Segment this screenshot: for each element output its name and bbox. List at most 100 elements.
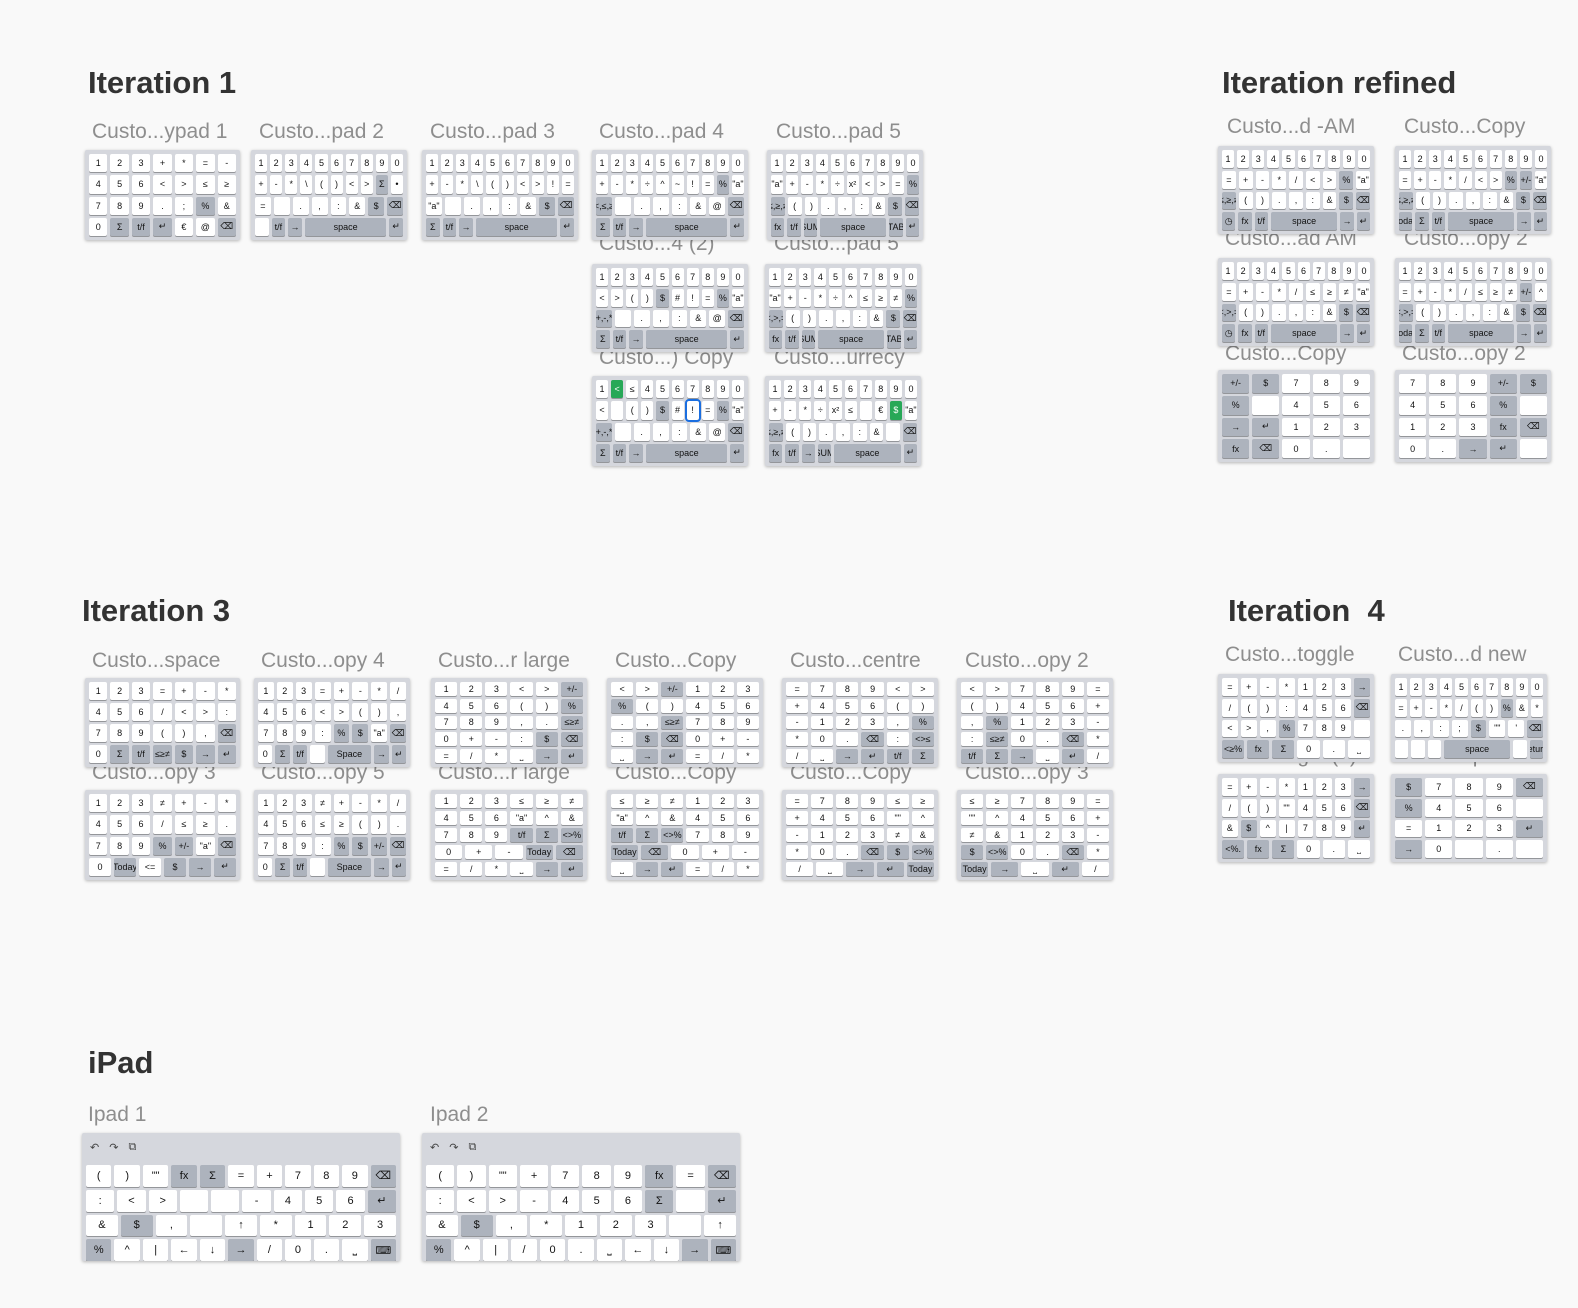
key[interactable]: ^ xyxy=(911,811,934,825)
key[interactable]: 4 xyxy=(273,1189,303,1212)
key[interactable]: ) xyxy=(1255,191,1270,210)
key[interactable]: @ xyxy=(196,217,215,236)
key[interactable]: 0 xyxy=(671,845,699,859)
key[interactable]: 8 xyxy=(1316,819,1333,838)
key[interactable]: * xyxy=(736,862,759,876)
key[interactable]: > xyxy=(1240,719,1257,738)
key[interactable]: 1 xyxy=(1222,262,1235,280)
key[interactable]: 3 xyxy=(485,794,508,808)
key[interactable]: ≤ xyxy=(961,794,984,808)
key[interactable]: ( xyxy=(1470,698,1483,717)
return-key[interactable]: ↵ xyxy=(903,443,917,462)
key[interactable]: * xyxy=(626,175,639,194)
key[interactable]: 3 xyxy=(1429,150,1442,168)
key[interactable]: , xyxy=(1289,191,1303,210)
key[interactable]: ≤ xyxy=(174,815,194,834)
key[interactable]: 6 xyxy=(736,698,759,713)
key[interactable]: > xyxy=(911,682,934,696)
backspace-key[interactable]: ⌫ xyxy=(903,422,917,441)
space-key[interactable]: space xyxy=(645,443,728,462)
key[interactable]: ≤ xyxy=(859,288,872,307)
key[interactable]: 9 xyxy=(375,154,388,173)
key[interactable]: "a" xyxy=(371,724,388,742)
key[interactable]: 8 xyxy=(874,380,887,399)
key[interactable]: 9 xyxy=(546,154,559,173)
key[interactable]: ) xyxy=(804,196,819,215)
key[interactable]: 7 xyxy=(1297,819,1314,838)
key[interactable]: ≥ xyxy=(535,794,558,808)
key[interactable]: fx xyxy=(1489,417,1517,437)
right-arrow-key[interactable]: → xyxy=(629,217,643,236)
key[interactable]: = xyxy=(786,682,809,696)
key[interactable]: . xyxy=(1449,303,1464,322)
key[interactable]: 0 xyxy=(811,732,834,747)
key[interactable]: ~ xyxy=(671,175,684,194)
key[interactable]: 4 xyxy=(1011,698,1034,713)
key[interactable]: 7 xyxy=(1282,374,1310,393)
key[interactable]: . xyxy=(819,309,834,328)
key[interactable]: , xyxy=(838,196,852,215)
key[interactable]: + xyxy=(519,1165,549,1187)
key[interactable]: > xyxy=(535,682,558,696)
key[interactable]: 5 xyxy=(110,175,129,194)
key[interactable]: * xyxy=(259,1214,292,1237)
key[interactable]: 0 xyxy=(904,268,917,286)
key[interactable]: = xyxy=(228,1165,254,1187)
key[interactable]: $ xyxy=(368,196,385,215)
key[interactable]: 1 xyxy=(769,268,782,286)
backspace-key[interactable]: ⌫ xyxy=(217,724,236,742)
key[interactable]: : xyxy=(426,1189,455,1212)
key[interactable]: 0 xyxy=(1297,840,1320,858)
key[interactable]: = xyxy=(686,862,709,876)
key[interactable]: ( xyxy=(315,175,328,194)
key[interactable]: & xyxy=(986,828,1009,842)
key[interactable]: <,>,= xyxy=(1399,303,1413,322)
key[interactable]: < xyxy=(596,288,609,307)
key[interactable]: - xyxy=(495,845,523,859)
key[interactable]: ≥ xyxy=(636,794,659,808)
key[interactable]: * xyxy=(1440,698,1453,717)
key[interactable]: + xyxy=(460,732,483,747)
key[interactable]: "a" xyxy=(731,175,744,194)
up-arrow-key[interactable]: ↑ xyxy=(704,1214,736,1237)
key[interactable]: 7 xyxy=(1297,719,1314,738)
key[interactable]: 1 xyxy=(596,154,609,173)
backspace-key[interactable]: ⌫ xyxy=(1061,732,1084,747)
key[interactable]: ( xyxy=(86,1165,112,1187)
keyboard-frame[interactable]: 1 2 3 < > +/- 4 5 6()% 7 8 9,. ≤≥≠ 0 + -: $ ⌫ = / * ⎵ → ↵ xyxy=(431,678,587,767)
key[interactable]: 4 xyxy=(1444,150,1457,168)
key[interactable]: / xyxy=(256,1239,283,1261)
key[interactable]: - xyxy=(1425,698,1438,717)
key[interactable]: 8 xyxy=(460,828,483,842)
key[interactable]: "a" xyxy=(196,836,215,855)
key[interactable]: 6 xyxy=(846,154,859,173)
keyboard-frame[interactable]: 1 2 3 ≠ + - */4 5 6 ≤ ≥(). 7 8 9:% $ +/- ⌫ 0 Σt/f Space → ↵ xyxy=(254,790,410,880)
key[interactable]: "a" xyxy=(510,811,533,825)
backspace-key[interactable]: ⌫ xyxy=(390,836,406,855)
key[interactable]: ( xyxy=(785,309,800,328)
key[interactable]: + xyxy=(153,154,172,173)
right-arrow-key[interactable]: → xyxy=(196,745,215,763)
key[interactable]: 8 xyxy=(276,836,293,855)
key[interactable]: ) xyxy=(114,1165,140,1187)
key[interactable]: 9 xyxy=(342,1165,368,1187)
key[interactable]: : xyxy=(961,732,984,747)
key[interactable]: ( xyxy=(153,724,172,742)
key[interactable] xyxy=(1455,840,1483,858)
key[interactable]: 7 xyxy=(811,682,834,696)
key[interactable]: & xyxy=(690,196,707,215)
key[interactable]: ≤,≥,≠ xyxy=(769,422,783,441)
key[interactable]: . xyxy=(836,845,859,859)
key[interactable]: > xyxy=(876,175,889,194)
key[interactable]: 9 xyxy=(1335,719,1352,738)
key[interactable]: +/- xyxy=(661,682,684,696)
key[interactable]: Today xyxy=(1399,324,1413,342)
key[interactable]: 5 xyxy=(836,811,859,825)
key[interactable]: 7 xyxy=(686,154,699,173)
key[interactable]: 7 xyxy=(861,154,874,173)
key[interactable]: 9 xyxy=(861,682,884,696)
key[interactable]: . xyxy=(1036,732,1059,747)
key[interactable]: <= xyxy=(139,857,161,876)
key[interactable]: < xyxy=(611,380,624,399)
board-label[interactable]: Custo...r large xyxy=(438,649,570,673)
